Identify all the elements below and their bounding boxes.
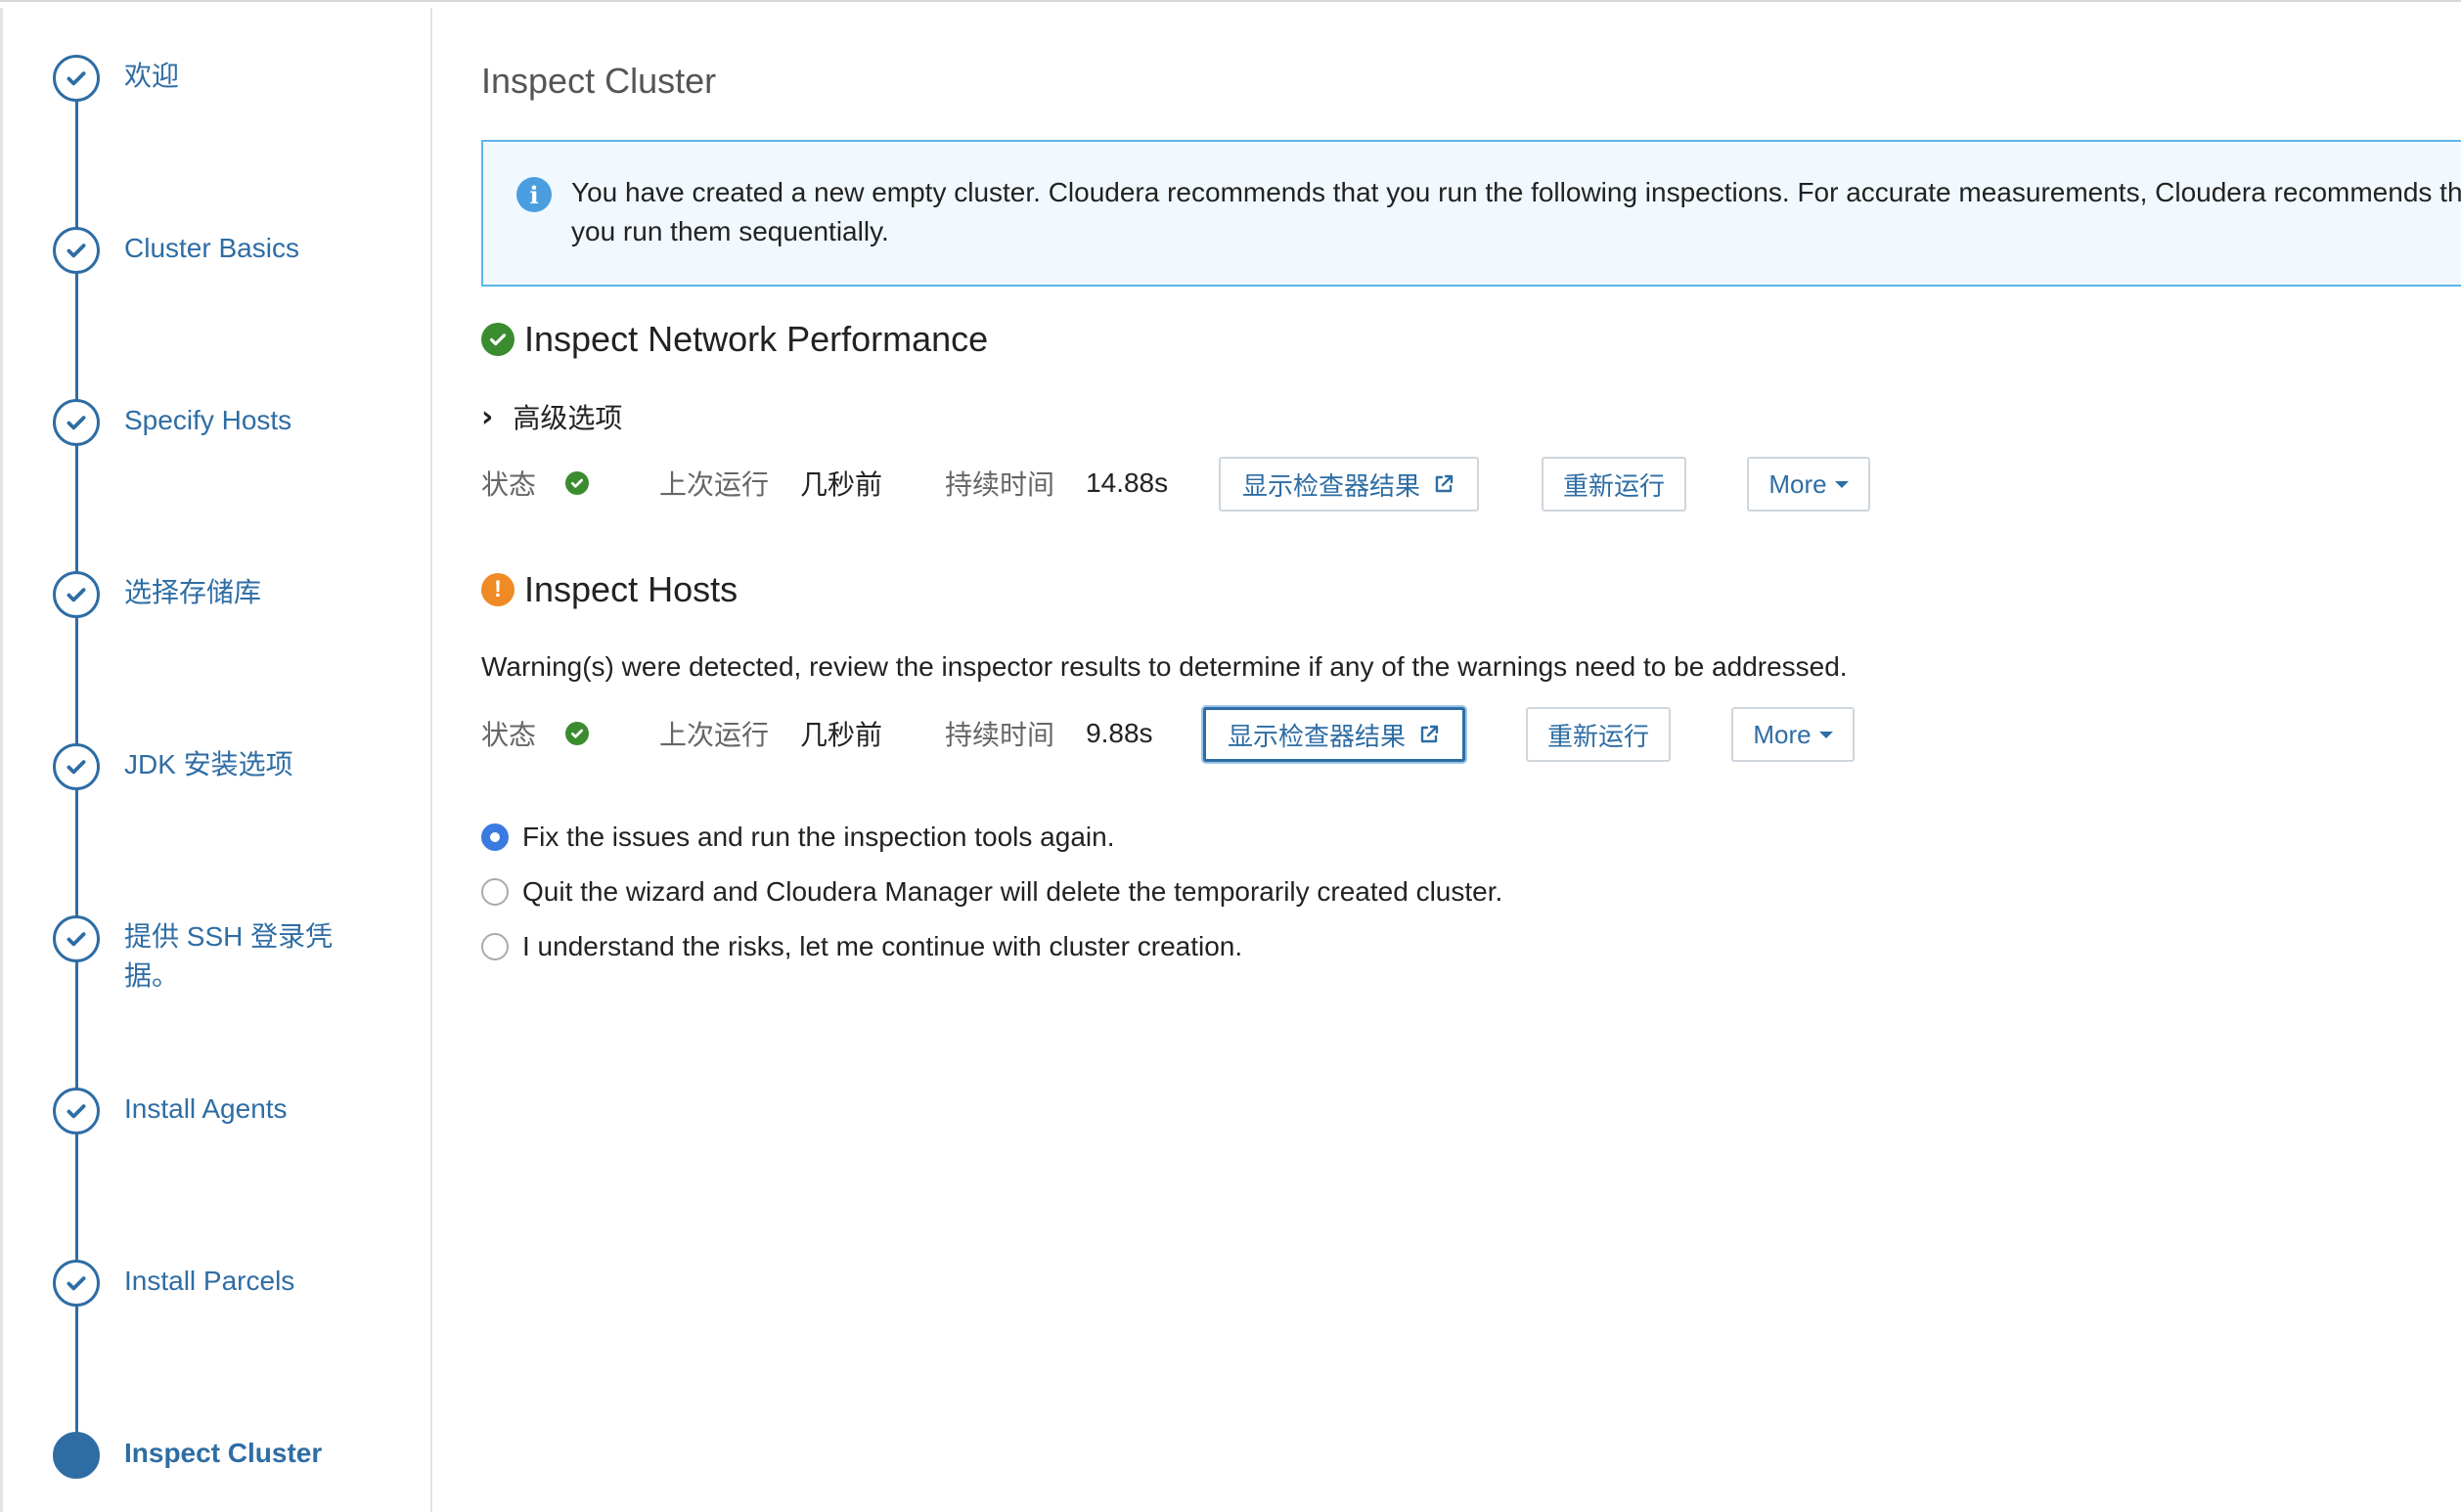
warning-icon: ! [481,573,515,606]
option-quit-wizard[interactable]: Quit the wizard and Cloudera Manager wil… [481,876,1502,908]
rerun-button[interactable]: 重新运行 [1526,707,1671,762]
check-icon [53,55,100,102]
advanced-options-toggle[interactable]: › 高级选项 [481,397,622,436]
duration-value: 9.88s [1086,718,1153,748]
status-ok-icon [565,722,590,745]
step-label: 欢迎 [124,61,180,91]
more-dropdown-button[interactable]: More [1747,457,1870,511]
hosts-title-text: Inspect Hosts [524,569,738,609]
wizard-sidebar: 欢迎 Cluster Basics Specify Hosts 选择存储库 JD… [0,8,432,1512]
step-label: JDK 安装选项 [124,749,293,779]
more-dropdown-button[interactable]: More [1731,707,1855,762]
status-ok-icon [565,471,590,495]
hosts-status-row: 状态 上次运行 几秒前 持续时间 9.88s [481,706,1153,761]
top-border [0,0,2461,8]
option-label: Fix the issues and run the inspection to… [522,822,1115,852]
check-icon [53,915,100,962]
option-label: I understand the risks, let me continue … [522,931,1243,961]
external-link-icon [1435,474,1454,493]
check-icon [53,1088,100,1134]
step-label: Inspect Cluster [124,1438,323,1468]
check-icon [53,571,100,618]
step-label: 提供 SSH 登录凭据。 [124,921,334,991]
radio-button[interactable] [481,933,509,960]
network-title-text: Inspect Network Performance [524,319,989,359]
info-alert: i You have created a new empty cluster. … [481,140,2461,287]
step-label: Cluster Basics [124,233,299,263]
show-results-label: 显示检查器结果 [1241,470,1420,501]
option-fix-issues[interactable]: Fix the issues and run the inspection to… [481,822,1114,853]
check-circle-icon [481,323,515,356]
last-run-label: 上次运行 [659,469,770,500]
last-run-value: 几秒前 [800,720,883,750]
page-title: Inspect Cluster [481,61,717,101]
step-label: 选择存储库 [124,577,262,607]
rerun-label: 重新运行 [1562,470,1665,501]
more-label: More [1768,468,1827,499]
radio-button[interactable] [481,878,509,906]
rerun-label: 重新运行 [1546,721,1649,751]
rerun-button[interactable]: 重新运行 [1542,457,1686,511]
advanced-options-label: 高级选项 [513,403,623,433]
more-label: More [1753,719,1812,749]
option-label: Quit the wizard and Cloudera Manager wil… [522,876,1503,907]
network-section-title: Inspect Network Performance [481,319,988,360]
duration-label: 持续时间 [945,720,1055,750]
radio-button[interactable] [481,823,509,851]
alert-text: You have created a new empty cluster. Cl… [571,177,2461,246]
step-label: Install Parcels [124,1266,295,1296]
info-icon: i [516,177,552,212]
show-results-button[interactable]: 显示检查器结果 [1203,707,1465,762]
status-label: 状态 [481,720,537,750]
caret-down-icon [1818,731,1833,738]
network-status-row: 状态 上次运行 几秒前 持续时间 14.88s [481,456,1168,511]
check-icon [53,227,100,274]
check-icon [53,399,100,446]
hosts-section-title: ! Inspect Hosts [481,569,738,610]
current-step-dot [53,1432,100,1479]
show-results-button[interactable]: 显示检查器结果 [1219,457,1479,511]
caret-down-icon [1834,480,1849,488]
option-continue-risks[interactable]: I understand the risks, let me continue … [481,931,1242,962]
status-label: 状态 [481,469,537,500]
check-icon [53,1260,100,1307]
duration-label: 持续时间 [945,469,1055,500]
step-label: Install Agents [124,1093,288,1124]
step-label: Specify Hosts [124,405,292,435]
check-icon [53,743,100,790]
hosts-warning-text: Warning(s) were detected, review the ins… [481,651,1848,682]
show-results-label: 显示检查器结果 [1227,721,1406,751]
duration-value: 14.88s [1086,467,1169,498]
last-run-value: 几秒前 [800,469,883,500]
external-link-icon [1420,725,1439,743]
chevron-right-icon: › [481,399,494,434]
last-run-label: 上次运行 [659,720,770,750]
